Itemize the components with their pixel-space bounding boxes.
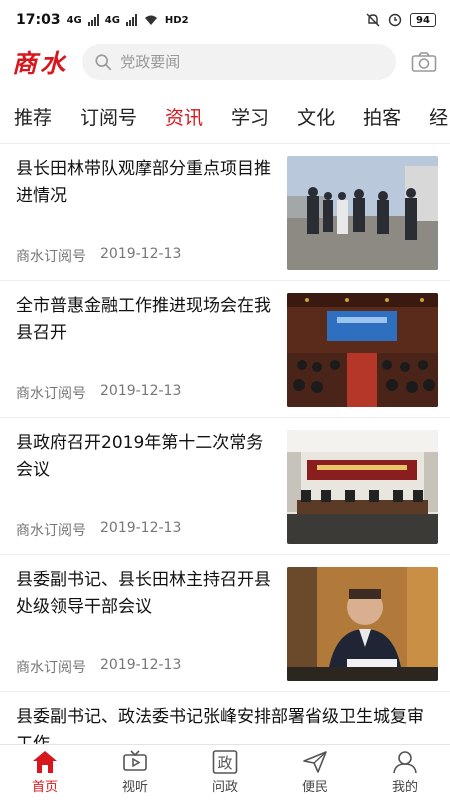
tab-news[interactable]: 资讯 [165,103,203,130]
news-item-text: 县政府召开2019年第十二次常务会议 商水订阅号 2019-12-13 [16,426,271,546]
zheng-icon: 政 [212,750,238,774]
search-input[interactable] [120,53,384,71]
nav-profile[interactable]: 我的 [370,750,440,795]
search-icon [95,54,112,71]
network-label-1: 4G [66,14,82,26]
news-item[interactable]: 全市普惠金融工作推进现场会在我县召开 商水订阅号 2019-12-13 [0,281,450,418]
signal-icon [87,14,99,26]
news-source: 商水订阅号 [16,660,86,676]
nav-label: 视听 [121,780,148,795]
news-item[interactable]: 县政府召开2019年第十二次常务会议 商水订阅号 2019-12-13 [0,418,450,555]
category-tabs: 推荐 订阅号 资讯 学习 文化 拍客 经 [0,90,450,144]
news-thumbnail[interactable] [287,293,438,407]
news-date: 2019-12-13 [100,657,182,673]
home-icon [33,751,57,773]
app-header: 商水 [0,40,450,84]
tab-recommend[interactable]: 推荐 [14,103,52,130]
wifi-icon [144,15,157,25]
mute-bell-icon [366,13,380,27]
news-date: 2019-12-13 [100,520,182,536]
camera-icon [411,52,437,72]
news-meta: 商水订阅号 2019-12-13 [16,657,271,677]
news-source: 商水订阅号 [16,386,86,402]
tab-photo[interactable]: 拍客 [363,103,401,130]
news-item[interactable]: 县委副书记、政法委书记张峰安排部署省级卫生城复审工作 [0,692,450,744]
status-icons: 94 [366,13,436,27]
alarm-icon [388,13,402,27]
news-source: 商水订阅号 [16,249,86,265]
status-left: 17:03 4G 4G HD2 [16,12,189,28]
news-thumbnail[interactable] [287,156,438,270]
tab-culture[interactable]: 文化 [297,103,335,130]
nav-label: 问政 [211,780,238,795]
news-title: 县长田林带队观摩部分重点项目推进情况 [16,159,271,206]
nav-home[interactable]: 首页 [10,750,80,795]
news-meta: 商水订阅号 2019-12-13 [16,383,271,403]
nav-label: 便民 [301,780,328,795]
tab-economy[interactable]: 经 [429,103,448,130]
outdoor-group-photo [287,156,438,270]
network-label-2: 4G [104,14,120,26]
battery-indicator: 94 [410,13,436,27]
news-thumbnail[interactable] [287,567,438,681]
user-icon [393,751,417,774]
tab-study[interactable]: 学习 [231,103,269,130]
tv-icon [123,750,147,771]
nav-video[interactable]: 视听 [100,750,170,795]
news-item-text: 县委副书记、政法委书记张峰安排部署省级卫生城复审工作 [16,700,438,744]
brand-logo[interactable]: 商水 [12,44,68,80]
status-time: 17:03 [16,12,61,28]
official-speaking-photo [287,567,438,681]
camera-button[interactable] [410,48,438,76]
news-item[interactable]: 县委副书记、县长田林主持召开县处级领导干部会议 商水订阅号 2019-12-13 [0,555,450,692]
news-title: 全市普惠金融工作推进现场会在我县召开 [16,296,271,343]
tab-subscriptions[interactable]: 订阅号 [80,103,137,130]
news-date: 2019-12-13 [100,383,182,399]
news-item-text: 县长田林带队观摩部分重点项目推进情况 商水订阅号 2019-12-13 [16,152,271,272]
nav-inquiry[interactable]: 政 问政 [190,750,260,795]
send-icon [303,751,327,773]
news-meta: 商水订阅号 2019-12-13 [16,246,271,266]
news-source: 商水订阅号 [16,523,86,539]
nav-label: 首页 [31,780,58,795]
conference-hall-photo [287,293,438,407]
news-feed[interactable]: 县长田林带队观摩部分重点项目推进情况 商水订阅号 2019-12-13 全市普惠… [0,144,450,744]
news-item-text: 县委副书记、县长田林主持召开县处级领导干部会议 商水订阅号 2019-12-13 [16,563,271,683]
news-title: 县委副书记、政法委书记张峰安排部署省级卫生城复审工作 [16,707,424,744]
news-date: 2019-12-13 [100,246,182,262]
news-title: 县政府召开2019年第十二次常务会议 [16,433,264,480]
bottom-navigation: 首页 视听 政 问政 便民 我的 [0,744,450,800]
signal-icon [125,14,137,26]
news-item-text: 全市普惠金融工作推进现场会在我县召开 商水订阅号 2019-12-13 [16,289,271,409]
news-title: 县委副书记、县长田林主持召开县处级领导干部会议 [16,570,271,617]
search-bar[interactable] [82,44,396,80]
nav-service[interactable]: 便民 [280,750,350,795]
nav-label: 我的 [391,780,418,795]
meeting-room-photo [287,430,438,544]
news-thumbnail[interactable] [287,430,438,544]
status-bar: 17:03 4G 4G HD2 94 [0,0,450,40]
zheng-glyph: 政 [217,754,232,772]
news-meta: 商水订阅号 2019-12-13 [16,520,271,540]
hd-badge: HD2 [164,14,189,26]
news-item[interactable]: 县长田林带队观摩部分重点项目推进情况 商水订阅号 2019-12-13 [0,144,450,281]
